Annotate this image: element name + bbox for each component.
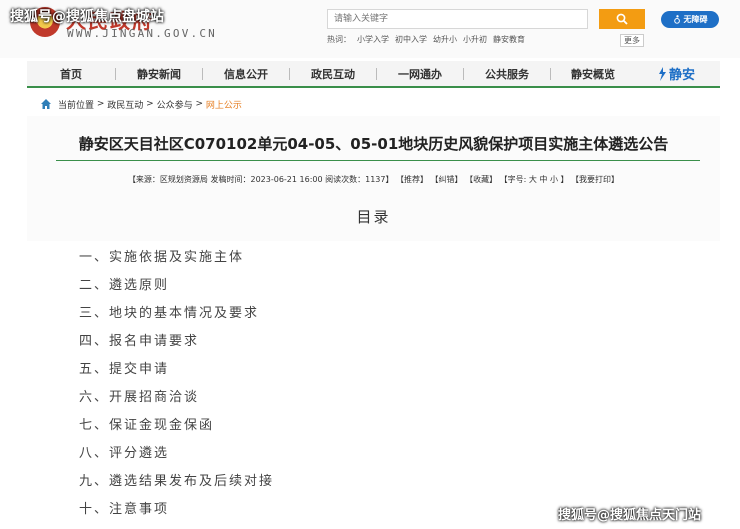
accessibility-button[interactable]: 无障碍 xyxy=(661,11,719,28)
jingan-logo-icon xyxy=(659,66,666,81)
article-title: 静安区天目社区C070102单元04-05、05-01地块历史风貌保护项目实施主… xyxy=(78,135,669,153)
toc-list: 一、实施依据及实施主体 二、遴选原则 三、地块的基本情况及要求 四、报名申请要求… xyxy=(79,248,274,528)
toc-item: 三、地块的基本情况及要求 xyxy=(79,306,260,321)
breadcrumb: 当前位置 > 政民互动 > 公众参与 > 网上公示 xyxy=(40,96,242,112)
toc-item: 一、实施依据及实施主体 xyxy=(79,250,245,265)
watermark-top: 搜狐号@搜狐焦点盘城站 xyxy=(10,9,164,25)
hot-word[interactable]: 小升初 xyxy=(463,35,487,44)
toc-item: 四、报名申请要求 xyxy=(79,334,200,349)
nav-item-overview[interactable]: 静安概览 xyxy=(551,66,635,82)
nav-item-interaction[interactable]: 政民互动 xyxy=(290,66,376,82)
jingan-app-link[interactable]: 静安 xyxy=(657,64,695,83)
breadcrumb-link[interactable]: 公众参与 xyxy=(157,98,193,111)
breadcrumb-prefix: 当前位置 xyxy=(58,100,95,111)
site-header: 人民政府 WWW.JINGAN.GOV.CN 搜狐号@搜狐焦点盘城站 无障碍 热… xyxy=(0,0,740,58)
toc-item: 十、注意事项 xyxy=(79,502,170,517)
breadcrumb-separator: > xyxy=(94,99,108,109)
breadcrumb-separator: > xyxy=(192,99,206,109)
toc-item: 六、开展招商洽谈 xyxy=(79,390,200,405)
title-divider xyxy=(56,160,700,161)
nav-item-disclosure[interactable]: 信息公开 xyxy=(203,66,289,82)
toc-item: 八、评分遴选 xyxy=(79,446,170,461)
hot-word[interactable]: 幼升小 xyxy=(433,35,457,44)
search-icon xyxy=(616,13,628,25)
toc-item: 二、遴选原则 xyxy=(79,278,170,293)
toc-heading: 目录 xyxy=(356,208,391,226)
hot-words-label: 热词： xyxy=(327,35,351,44)
search-button[interactable] xyxy=(599,9,645,29)
wheelchair-icon xyxy=(673,15,680,24)
toc-item: 七、保证金现金保函 xyxy=(79,418,215,433)
main-nav: 首页 静安新闻 信息公开 政民互动 一网通办 公共服务 静安概览 静安 xyxy=(27,61,720,88)
toc-item: 九、遴选结果发布及后续对接 xyxy=(79,474,275,489)
breadcrumb-current[interactable]: 网上公示 xyxy=(206,98,242,111)
hot-word[interactable]: 静安教育 xyxy=(493,35,525,44)
toc-item: 五、提交申请 xyxy=(79,362,170,377)
nav-item-public-service[interactable]: 公共服务 xyxy=(464,66,550,82)
accessibility-label: 无障碍 xyxy=(683,15,708,24)
more-hot-words-button[interactable]: 更多 xyxy=(620,34,644,47)
hot-words: 热词： 小学入学 初中入学 幼升小 小升初 静安教育 xyxy=(327,34,531,45)
nav-item-home[interactable]: 首页 xyxy=(27,66,115,82)
home-icon xyxy=(41,99,51,109)
site-url: WWW.JINGAN.GOV.CN xyxy=(67,27,217,40)
breadcrumb-separator: > xyxy=(143,99,157,109)
nav-item-one-net[interactable]: 一网通办 xyxy=(377,66,463,82)
nav-item-news[interactable]: 静安新闻 xyxy=(116,66,202,82)
jingan-logo-text: 静安 xyxy=(669,68,696,83)
watermark-bottom: 搜狐号@搜狐焦点天门站 xyxy=(558,508,702,523)
search-input[interactable] xyxy=(327,9,588,29)
hot-word[interactable]: 小学入学 xyxy=(357,35,389,44)
article-meta: 【来源：区规划资源局 发稿时间：2023-06-21 16:00 阅读次数：11… xyxy=(127,175,620,184)
hot-word[interactable]: 初中入学 xyxy=(395,35,427,44)
breadcrumb-link[interactable]: 政民互动 xyxy=(107,98,143,111)
